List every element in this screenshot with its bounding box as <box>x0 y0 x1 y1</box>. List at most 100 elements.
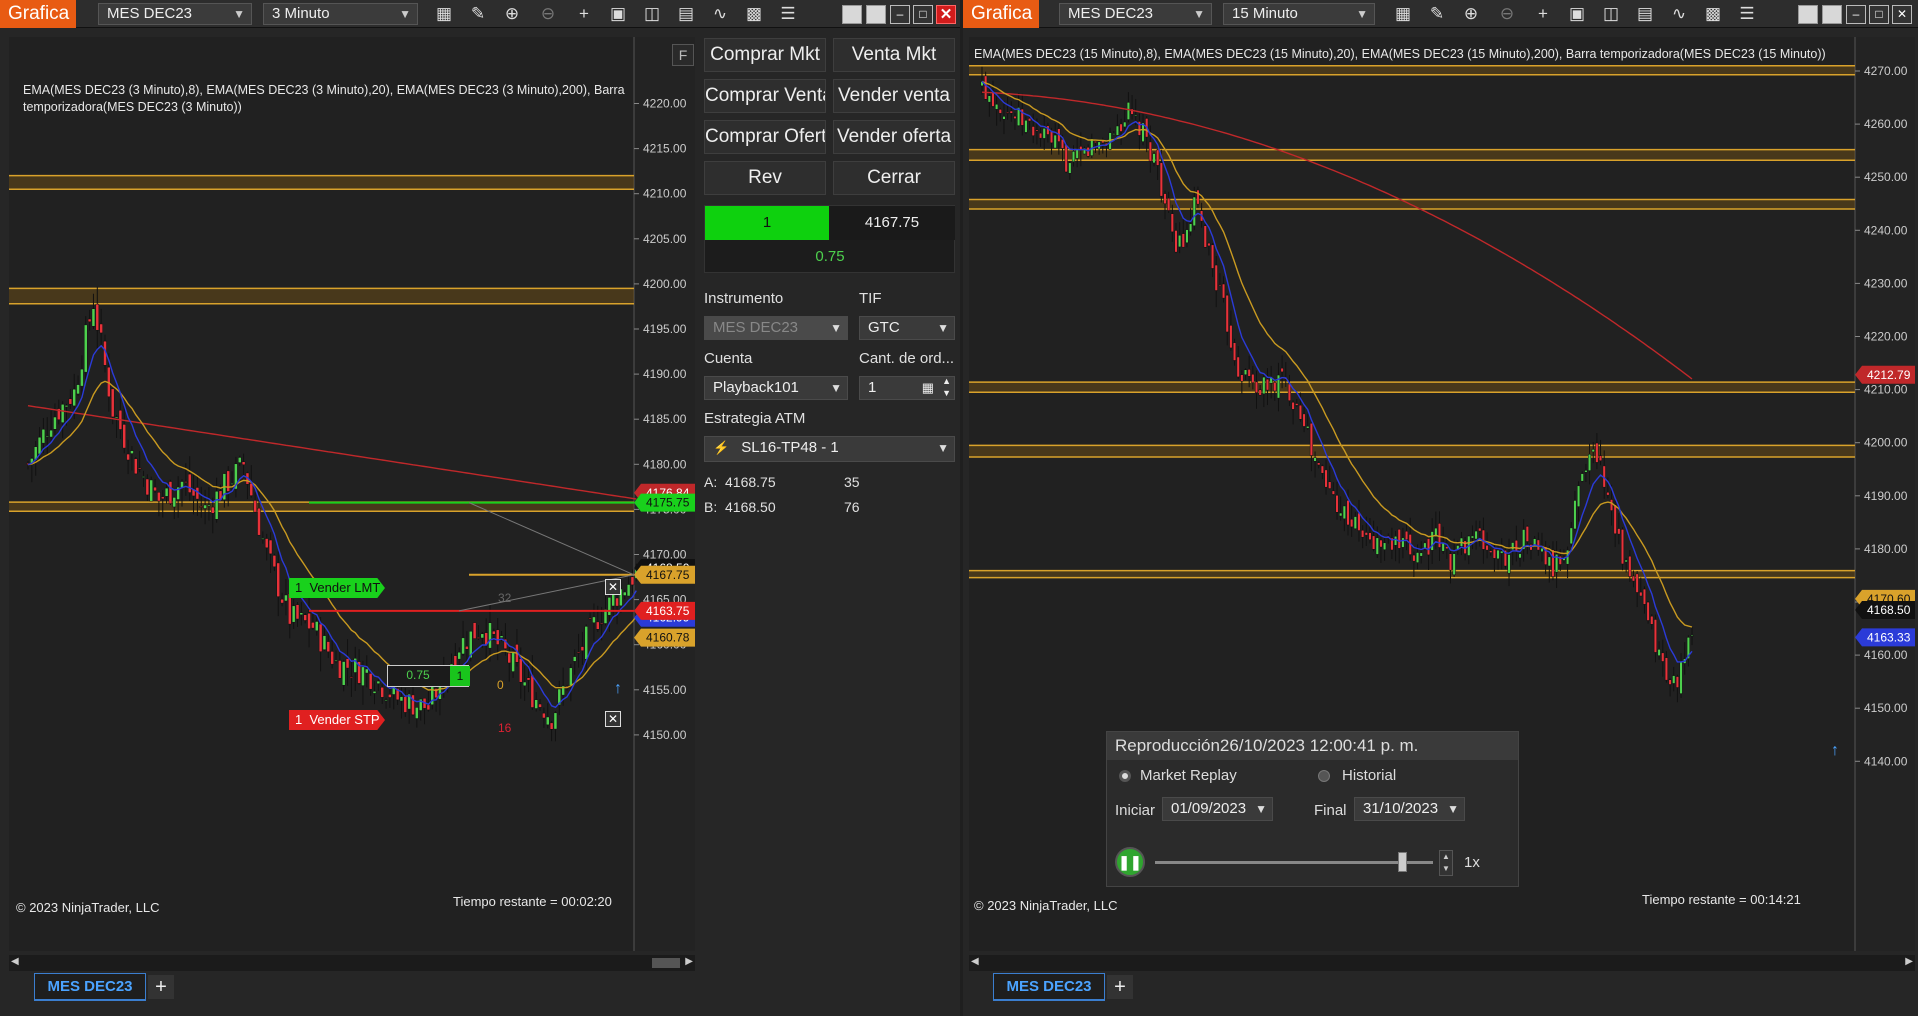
chevron-down-icon: ▼ <box>1447 802 1459 816</box>
maximize-button[interactable]: □ <box>1869 5 1889 24</box>
instrument-select[interactable]: MES DEC23 ▼ <box>704 316 848 340</box>
bar-type-icon[interactable]: ▦ <box>432 3 456 25</box>
zoom-out-icon[interactable]: ⊖ <box>536 3 560 25</box>
minimize-button[interactable]: – <box>890 5 910 24</box>
candle <box>368 673 373 690</box>
end-date-picker[interactable]: 31/10/2023 ▼ <box>1354 797 1465 821</box>
sell-limit-order-tag[interactable]: 1 Vender LMT <box>289 578 385 598</box>
menu-list-icon[interactable]: ☰ <box>776 3 800 25</box>
candle <box>230 483 234 485</box>
maximize-button[interactable]: □ <box>913 5 933 24</box>
crosshair-icon[interactable]: + <box>1531 3 1555 25</box>
candle <box>495 629 500 645</box>
candle <box>1317 462 1321 466</box>
left-price-chart[interactable]: 4220.00 4215.00 4210.00 4205.00 4200.00 4195.… <box>9 37 695 951</box>
crosshair-icon[interactable]: + <box>572 3 596 25</box>
left-interval-select[interactable]: 3 Minuto ▼ <box>263 3 418 25</box>
window-tile-button[interactable] <box>1798 5 1818 24</box>
zoom-in-icon[interactable]: ⊕ <box>500 3 524 25</box>
window-tile-button[interactable] <box>842 5 862 24</box>
candle <box>345 658 350 669</box>
y-axis-tick-label: 4200.00 <box>643 277 687 291</box>
tab-mes-dec23[interactable]: MES DEC23 <box>34 973 146 1001</box>
left-horizontal-scrollbar[interactable]: ◀ ▶ <box>9 955 695 971</box>
playback-speed-track[interactable] <box>1155 861 1433 864</box>
indicators-icon[interactable]: ∿ <box>1667 3 1691 25</box>
tif-select[interactable]: GTC ▼ <box>859 316 955 340</box>
start-date-picker[interactable]: 01/09/2023 ▼ <box>1162 797 1273 821</box>
candle <box>457 651 461 660</box>
cancel-target-icon[interactable]: ✕ <box>605 579 621 595</box>
candle <box>1071 151 1076 162</box>
y-axis-tick-label: 4215.00 <box>643 142 687 156</box>
candle <box>549 722 554 730</box>
close-position-button[interactable]: Cerrar <box>833 161 955 195</box>
playback-speed-slider[interactable] <box>1398 852 1407 872</box>
right-interval-select[interactable]: 15 Minuto ▼ <box>1223 3 1375 25</box>
candle <box>1126 102 1130 120</box>
chart-trader-icon[interactable]: ▤ <box>1633 3 1657 25</box>
pencil-icon[interactable]: ✎ <box>1425 3 1449 25</box>
reverse-button[interactable]: Rev <box>704 161 826 195</box>
atm-strategy-select[interactable]: ⚡ SL16-TP48 - 1 ▼ <box>704 436 955 462</box>
market-replay-radio[interactable] <box>1119 770 1131 782</box>
speed-stepper-icon[interactable]: ▲ ▼ <box>1439 850 1453 876</box>
chart-trader-icon[interactable]: ▤ <box>674 3 698 25</box>
zoom-out-icon[interactable]: ⊖ <box>1495 3 1519 25</box>
sell-market-button[interactable]: Venta Mkt <box>833 38 955 72</box>
candle <box>307 612 311 629</box>
properties-icon[interactable]: ▣ <box>606 3 630 25</box>
account-select[interactable]: Playback101 ▼ <box>704 376 848 400</box>
sell-bid-button[interactable]: Vender oferta <box>833 120 955 154</box>
candle <box>1668 679 1672 685</box>
window-tile2-button[interactable] <box>866 5 886 24</box>
minimize-button[interactable]: – <box>1846 5 1866 24</box>
indicators-icon[interactable]: ∿ <box>708 3 732 25</box>
properties-icon[interactable]: ▣ <box>1565 3 1589 25</box>
pause-button[interactable]: ❚❚ <box>1115 847 1145 877</box>
candle <box>1024 120 1028 133</box>
candle <box>1225 294 1229 333</box>
right-instrument-select[interactable]: MES DEC23 ▼ <box>1059 3 1212 25</box>
left-chart-corner-button[interactable]: F <box>672 44 694 66</box>
candle <box>1053 134 1057 149</box>
candle <box>1514 540 1518 552</box>
calculator-icon[interactable]: ▦ <box>922 377 934 399</box>
chevron-down-icon: ▼ <box>937 321 949 335</box>
add-tab-button[interactable]: + <box>1107 975 1133 999</box>
candle <box>534 699 538 709</box>
data-box-icon[interactable]: ◫ <box>640 3 664 25</box>
buy-ask-button[interactable]: Comprar Venta <box>704 79 826 113</box>
zoom-in-icon[interactable]: ⊕ <box>1459 3 1483 25</box>
candle <box>1262 376 1266 395</box>
sell-stop-order-tag[interactable]: 1 Vender STP <box>289 710 385 730</box>
right-horizontal-scrollbar[interactable]: ◀ ▶ <box>969 955 1915 971</box>
left-instrument-select[interactable]: MES DEC23 ▼ <box>98 3 252 25</box>
close-button[interactable]: ✕ <box>936 5 956 24</box>
buy-bid-button[interactable]: Comprar Oferta <box>704 120 826 154</box>
strategies-icon[interactable]: ▩ <box>742 3 766 25</box>
candle <box>1093 141 1098 143</box>
add-tab-button[interactable]: + <box>148 975 174 999</box>
candle <box>280 598 284 604</box>
candle <box>380 687 384 698</box>
strategies-icon[interactable]: ▩ <box>1701 3 1725 25</box>
bar-type-icon[interactable]: ▦ <box>1391 3 1415 25</box>
tab-mes-dec23[interactable]: MES DEC23 <box>993 973 1105 1001</box>
candle <box>1152 153 1156 164</box>
candle <box>84 324 88 373</box>
pencil-icon[interactable]: ✎ <box>466 3 490 25</box>
cancel-stop-icon[interactable]: ✕ <box>605 711 621 727</box>
position-tag[interactable]: 0.75 1 <box>387 665 470 687</box>
quantity-stepper[interactable]: 1 ▦ ▲ ▼ <box>859 376 955 400</box>
historical-radio[interactable] <box>1318 770 1330 782</box>
menu-list-icon[interactable]: ☰ <box>1735 3 1759 25</box>
data-box-icon[interactable]: ◫ <box>1599 3 1623 25</box>
stepper-arrows-icon[interactable]: ▲ ▼ <box>942 375 951 399</box>
sell-ask-button[interactable]: Vender venta <box>833 79 955 113</box>
close-button[interactable]: ✕ <box>1892 5 1912 24</box>
window-tile2-button[interactable] <box>1822 5 1842 24</box>
ask-row: A: 4168.75 <box>704 474 776 490</box>
buy-market-button[interactable]: Comprar Mkt <box>704 38 826 72</box>
support-resistance-zone <box>969 445 1855 458</box>
